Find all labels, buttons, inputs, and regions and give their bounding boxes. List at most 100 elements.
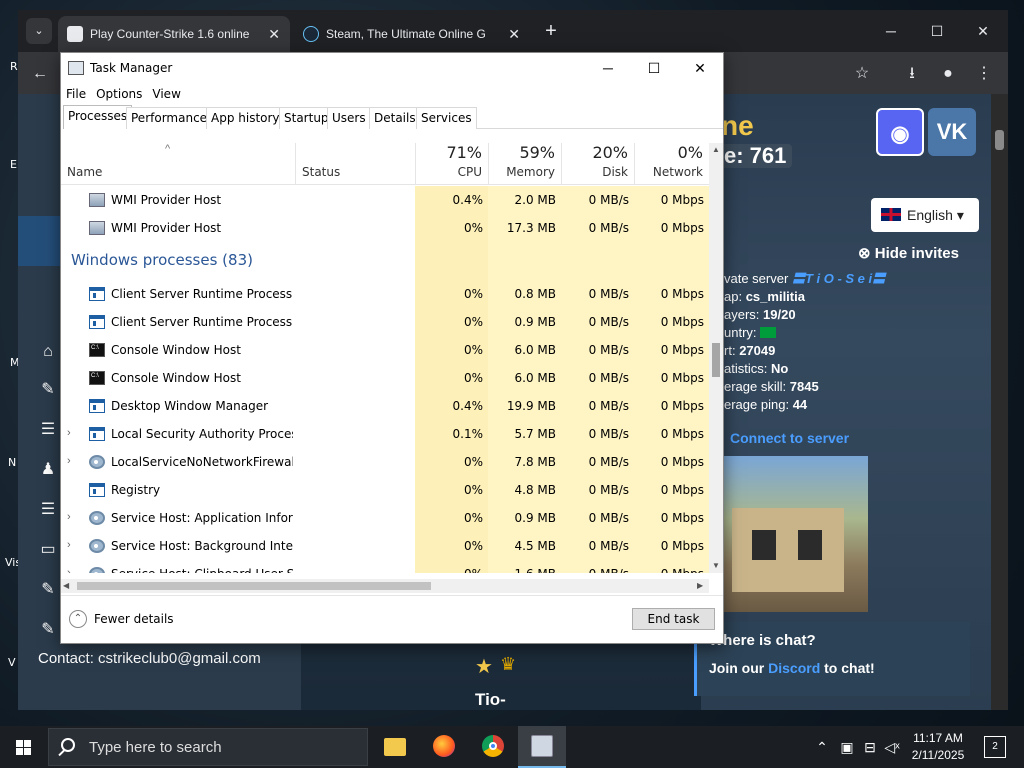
connect-to-server-link[interactable]: Connect to server xyxy=(730,430,849,446)
fewer-details-link[interactable]: Fewer details xyxy=(94,612,174,626)
close-tab-icon[interactable]: ✕ xyxy=(508,16,520,52)
tab-app-history[interactable]: App history xyxy=(206,107,285,129)
maximize-button[interactable]: ☐ xyxy=(631,53,677,83)
language-dropdown[interactable]: English ▾ xyxy=(871,198,979,232)
horizontal-scrollbar[interactable]: ◀ ▶ xyxy=(61,579,709,593)
profile-icon[interactable]: ● xyxy=(934,60,962,88)
process-row[interactable]: › Service Host: Clipboard User Ser... 0% 1.… xyxy=(61,560,709,573)
chrome-icon[interactable] xyxy=(469,726,517,768)
chevron-up-icon[interactable]: ⌃ xyxy=(69,610,87,628)
browser-menu-icon[interactable]: ⋮ xyxy=(970,60,998,88)
start-button[interactable] xyxy=(0,726,48,768)
tab-startup[interactable]: Startup xyxy=(279,107,334,129)
download-icon[interactable]: ⭳ xyxy=(898,60,926,88)
scroll-left-icon[interactable]: ◀ xyxy=(63,579,69,593)
back-icon[interactable]: ← xyxy=(26,60,54,88)
vertical-scrollbar[interactable]: ▲ ▼ xyxy=(709,143,723,573)
expand-chevron-icon[interactable]: › xyxy=(67,539,71,551)
close-tab-icon[interactable]: ✕ xyxy=(268,16,280,52)
close-button[interactable]: ✕ xyxy=(677,53,723,83)
task-manager-icon[interactable] xyxy=(518,726,566,768)
desktop-icon-label[interactable]: N xyxy=(8,456,16,469)
player-icon[interactable]: ♟ xyxy=(38,460,58,480)
cpu-column-header[interactable]: 71% CPU xyxy=(415,143,488,185)
contact-email[interactable]: Contact: cstrikeclub0@gmail.com xyxy=(38,650,261,667)
process-row[interactable]: Registry 0% 4.8 MB 0 MB/s 0 Mbps xyxy=(61,476,709,504)
player-name[interactable]: Tio- xyxy=(475,690,506,710)
status-column-header[interactable]: Status xyxy=(295,143,415,185)
network-icon[interactable]: ⊟ xyxy=(860,726,880,768)
minimize-button[interactable]: ─ xyxy=(868,18,914,44)
process-row[interactable]: WMI Provider Host 0.4% 2.0 MB 0 MB/s 0 Mbps xyxy=(61,186,709,214)
task-manager-titlebar[interactable]: Task Manager ─ ☐ ✕ xyxy=(61,53,723,83)
menu-file[interactable]: File xyxy=(61,83,91,105)
network-drive-icon[interactable]: ▣ xyxy=(838,726,856,768)
tab-details[interactable]: Details xyxy=(369,107,421,129)
scroll-right-icon[interactable]: ▶ xyxy=(697,579,703,593)
clock[interactable]: 11:17 AM 2/11/2025 xyxy=(902,730,974,764)
network-column-header[interactable]: 0% Network xyxy=(634,143,709,185)
bookmark-star-icon[interactable]: ☆ xyxy=(848,60,876,88)
process-row[interactable]: Console Window Host 0% 6.0 MB 0 MB/s 0 Mbps xyxy=(61,364,709,392)
server-list-icon[interactable]: ☰ xyxy=(38,420,58,440)
process-row[interactable]: › Local Security Authority Process... 0.1%… xyxy=(61,420,709,448)
volume-muted-icon[interactable]: ◁ˣ xyxy=(882,726,902,768)
taskbar-search[interactable]: Type here to search xyxy=(48,728,368,766)
scroll-up-icon[interactable]: ▲ xyxy=(709,143,723,157)
tab-performance[interactable]: Performance xyxy=(126,107,213,129)
process-row[interactable]: WMI Provider Host 0% 17.3 MB 0 MB/s 0 Mbps xyxy=(61,214,709,242)
close-window-button[interactable]: ✕ xyxy=(960,18,1006,44)
process-row[interactable]: Console Window Host 0% 6.0 MB 0 MB/s 0 Mbps xyxy=(61,336,709,364)
list-icon[interactable]: ☰ xyxy=(38,500,58,520)
vk-icon[interactable]: VK xyxy=(928,108,976,156)
page-scroll-thumb[interactable] xyxy=(995,130,1004,150)
discord-link[interactable]: Discord xyxy=(768,660,820,676)
edit-icon[interactable]: ✎ xyxy=(38,620,58,640)
process-row[interactable]: Client Server Runtime Process 0% 0.8 MB 0 M… xyxy=(61,280,709,308)
process-row[interactable]: › LocalServiceNoNetworkFirewall ... 0% 7.8 … xyxy=(61,448,709,476)
expand-chevron-icon[interactable]: › xyxy=(67,567,71,573)
expand-chevron-icon[interactable]: › xyxy=(67,427,71,439)
discord-icon[interactable]: ◉ xyxy=(876,108,924,156)
horizontal-scroll-thumb[interactable] xyxy=(77,582,431,590)
notification-icon[interactable]: 2 xyxy=(984,736,1006,758)
firefox-icon[interactable] xyxy=(420,726,468,768)
hide-invites-button[interactable]: ⊗ Hide invites xyxy=(858,244,959,262)
page-scrollbar[interactable] xyxy=(991,94,1008,710)
process-row[interactable]: › Service Host: Background Intelli... 0% 4.… xyxy=(61,532,709,560)
new-tab-button[interactable]: + xyxy=(538,18,564,44)
desktop-icon-label[interactable]: E xyxy=(10,158,17,171)
tab-steam[interactable]: Steam, The Ultimate Online Gam ✕ xyxy=(294,16,530,52)
expand-chevron-icon[interactable]: › xyxy=(67,511,71,523)
tab-services[interactable]: Services xyxy=(416,107,477,129)
maximize-button[interactable]: ☐ xyxy=(914,18,960,44)
desktop-icon-label[interactable]: R xyxy=(10,60,18,73)
laptop-icon[interactable]: ▭ xyxy=(38,540,58,560)
memory-column-header[interactable]: 59% Memory xyxy=(488,143,561,185)
minimize-button[interactable]: ─ xyxy=(585,53,631,83)
tab-users[interactable]: Users xyxy=(327,107,371,129)
tab-search-button[interactable]: ⌄ xyxy=(26,18,52,44)
tab-counter-strike[interactable]: Play Counter-Strike 1.6 online fr ✕ xyxy=(58,16,290,52)
disk-column-header[interactable]: 20% Disk xyxy=(561,143,634,185)
tab-processes[interactable]: Processes xyxy=(63,105,133,129)
process-row[interactable]: Client Server Runtime Process 0% 0.9 MB 0 M… xyxy=(61,308,709,336)
server-name[interactable]: 〓T i O - S e i〓 xyxy=(792,271,885,286)
edit-icon[interactable]: ✎ xyxy=(38,580,58,600)
group-header[interactable]: Windows processes (83) xyxy=(61,246,709,274)
expand-chevron-icon[interactable]: › xyxy=(67,455,71,467)
end-task-button[interactable]: End task xyxy=(632,608,715,630)
process-row[interactable]: › Service Host: Application Infor... 0% 0.9… xyxy=(61,504,709,532)
desktop-icon-label[interactable]: V xyxy=(8,656,16,669)
file-explorer-icon[interactable] xyxy=(371,726,419,768)
home-icon[interactable]: ⌂ xyxy=(38,342,58,362)
menu-options[interactable]: Options xyxy=(91,83,147,105)
process-row[interactable]: Desktop Window Manager 0.4% 19.9 MB 0 MB/s 0… xyxy=(61,392,709,420)
name-column-header[interactable]: ^ Name xyxy=(61,143,295,185)
scroll-thumb[interactable] xyxy=(712,343,720,377)
edit-icon[interactable]: ✎ xyxy=(38,380,58,400)
show-hidden-icons-icon[interactable]: ⌃ xyxy=(812,726,832,768)
scroll-down-icon[interactable]: ▼ xyxy=(709,559,723,573)
memory-value: 0.8 MB xyxy=(514,287,556,301)
menu-view[interactable]: View xyxy=(147,83,185,105)
